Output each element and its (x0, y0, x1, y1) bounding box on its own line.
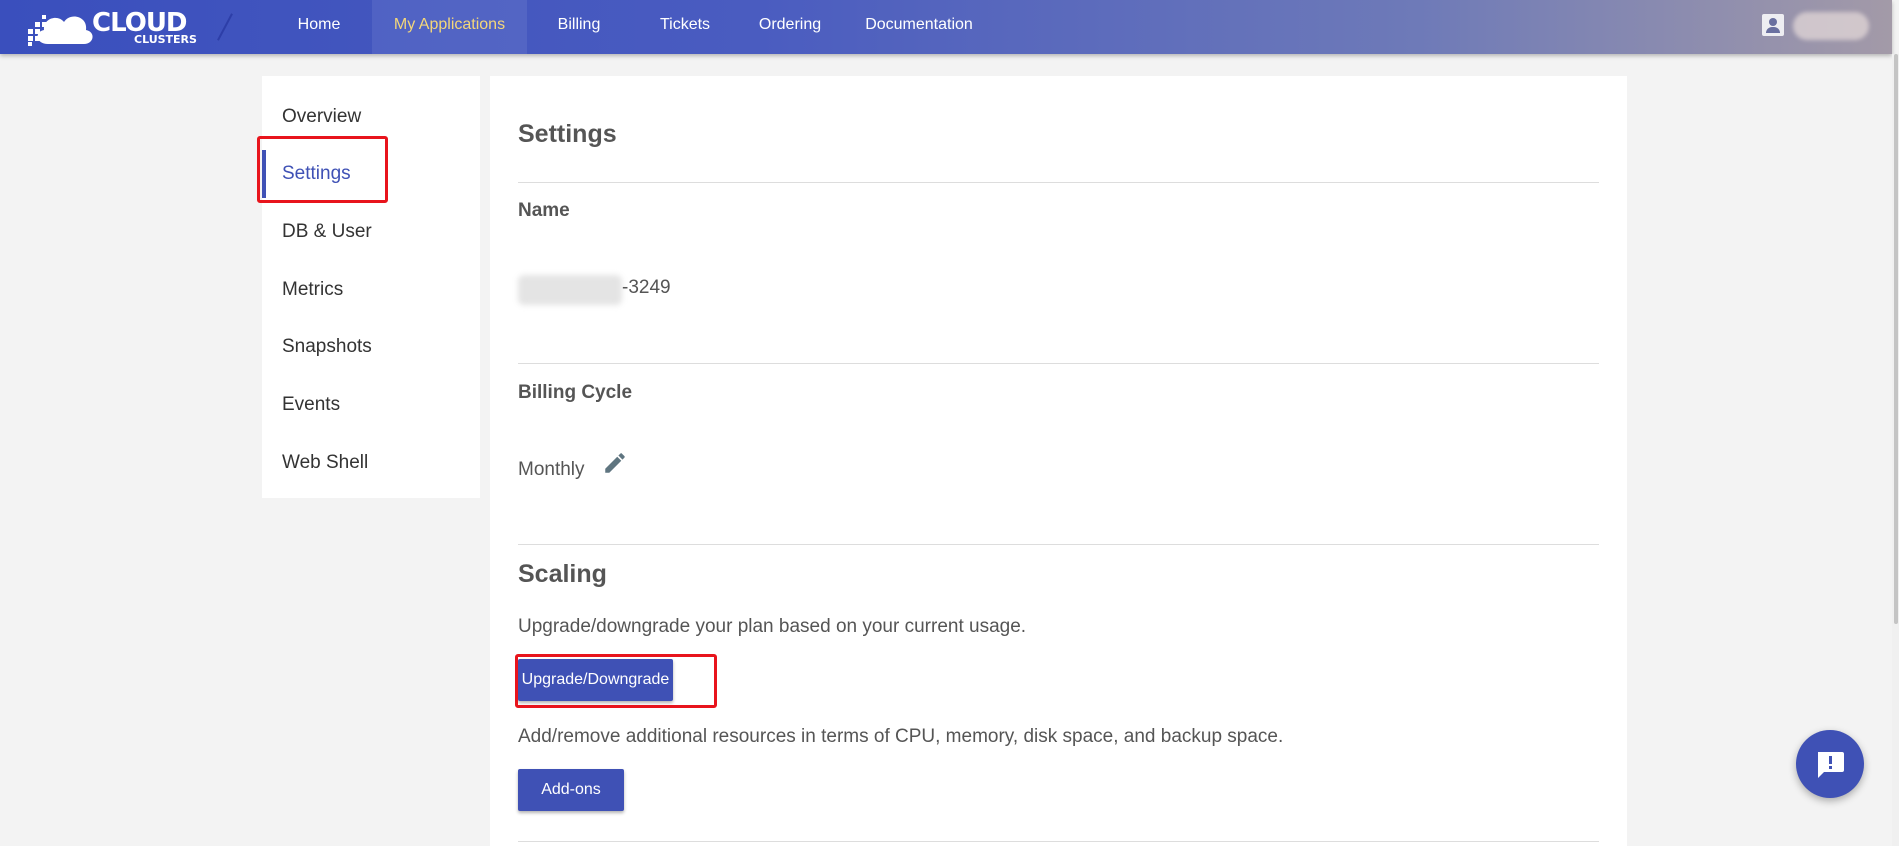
chat-feedback-icon (1818, 752, 1844, 778)
divider (518, 544, 1599, 545)
divider (518, 363, 1599, 364)
sidebar-item-overview[interactable]: Overview (262, 93, 480, 141)
logo-divider (217, 13, 233, 41)
scaling-title: Scaling (518, 560, 607, 588)
billing-cycle-label: Billing Cycle (518, 382, 633, 403)
name-label: Name (518, 200, 570, 221)
settings-panel: Settings Name -3249 Billing Cycle Monthl… (490, 76, 1627, 846)
upgrade-description: Upgrade/downgrade your plan based on you… (518, 616, 1027, 637)
sidebar-item-web-shell[interactable]: Web Shell (262, 439, 480, 487)
scrollbar-thumb[interactable] (1894, 54, 1898, 624)
add-ons-button[interactable]: Add-ons (518, 769, 624, 811)
sidebar-item-settings[interactable]: Settings (262, 150, 480, 198)
sidebar-item-db-user[interactable]: DB & User (262, 208, 480, 256)
billing-cycle-value: Monthly (518, 459, 585, 480)
nav-tickets[interactable]: Tickets (646, 0, 724, 54)
sidebar-item-metrics[interactable]: Metrics (262, 266, 480, 314)
active-indicator (262, 150, 266, 198)
user-name-redacted[interactable] (1793, 12, 1869, 40)
divider (518, 841, 1599, 842)
sidebar-item-events[interactable]: Events (262, 381, 480, 429)
nav-documentation[interactable]: Documentation (858, 0, 980, 54)
nav-ordering[interactable]: Ordering (748, 0, 832, 54)
top-navbar: CLOUD CLUSTERS Home My Applications Bill… (0, 0, 1892, 54)
nav-billing[interactable]: Billing (540, 0, 618, 54)
name-value: -3249 (622, 277, 671, 298)
addons-description: Add/remove additional resources in terms… (518, 726, 1284, 747)
settings-sidebar: Overview Settings DB & User Metrics Snap… (262, 76, 480, 498)
cloud-logo-icon (28, 15, 93, 46)
pencil-icon[interactable] (602, 450, 628, 476)
chat-button[interactable] (1796, 730, 1864, 798)
nav-home[interactable]: Home (280, 0, 358, 54)
upgrade-downgrade-button[interactable]: Upgrade/Downgrade (518, 659, 673, 701)
cloud-clusters-logo[interactable]: CLOUD CLUSTERS (26, 6, 197, 48)
page-title: Settings (518, 120, 617, 148)
brand-subname: CLUSTERS (134, 33, 197, 46)
divider (518, 182, 1599, 183)
sidebar-item-label: Settings (282, 163, 351, 184)
sidebar-item-snapshots[interactable]: Snapshots (262, 323, 480, 371)
name-redacted (518, 275, 622, 305)
nav-my-applications[interactable]: My Applications (372, 0, 527, 54)
account-box-icon[interactable] (1762, 14, 1784, 36)
